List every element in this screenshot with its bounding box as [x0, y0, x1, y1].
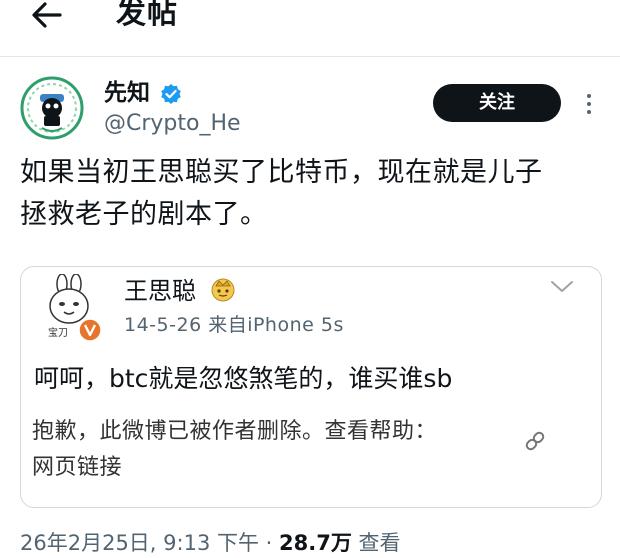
post-text-line: 如果当初王思聪买了比特币，现在就是儿子	[20, 157, 543, 188]
post-timestamp-views: 26年2月25日, 9:13 下午 · 28.7万 查看	[20, 528, 401, 558]
views-count: 28.7万	[279, 531, 352, 555]
quoted-post-text: 呵呵，btc就是忽悠煞笔的，谁买谁sb	[34, 364, 453, 393]
author-handle[interactable]: @Crypto_He	[104, 110, 241, 138]
more-icon[interactable]	[585, 92, 593, 116]
avatar-caption: 宝刀	[48, 326, 68, 339]
verified-badge-icon	[161, 84, 181, 104]
chevron-down-icon[interactable]	[550, 280, 574, 294]
page-title: 发帖	[116, 0, 178, 31]
crown-emoji-icon	[211, 278, 235, 302]
deleted-notice: 抱歉，此微博已被作者删除。查看帮助： 网页链接	[32, 414, 552, 486]
post-text-line: 拯救老子的剧本了。	[20, 199, 268, 230]
top-bar	[0, 0, 620, 57]
follow-button[interactable]: 关注	[433, 84, 561, 122]
v-badge-icon	[78, 318, 102, 342]
quoted-post-meta: 14-5-26 来自iPhone 5s	[124, 314, 344, 336]
avatar[interactable]	[20, 76, 84, 140]
quoted-author-name[interactable]: 王思聪	[124, 275, 196, 307]
post-text: 如果当初王思聪买了比特币，现在就是儿子 拯救老子的剧本了。	[20, 152, 600, 236]
views-label: 查看	[351, 531, 401, 555]
link-icon[interactable]	[524, 430, 546, 452]
deleted-notice-text: 抱歉，此微博已被作者删除。查看帮助：	[32, 419, 438, 444]
web-link[interactable]: 网页链接	[32, 450, 552, 486]
timestamp: 26年2月25日, 9:13 下午 ·	[20, 531, 280, 555]
author-name[interactable]: 先知	[104, 78, 150, 108]
back-arrow-icon[interactable]	[30, 0, 64, 30]
